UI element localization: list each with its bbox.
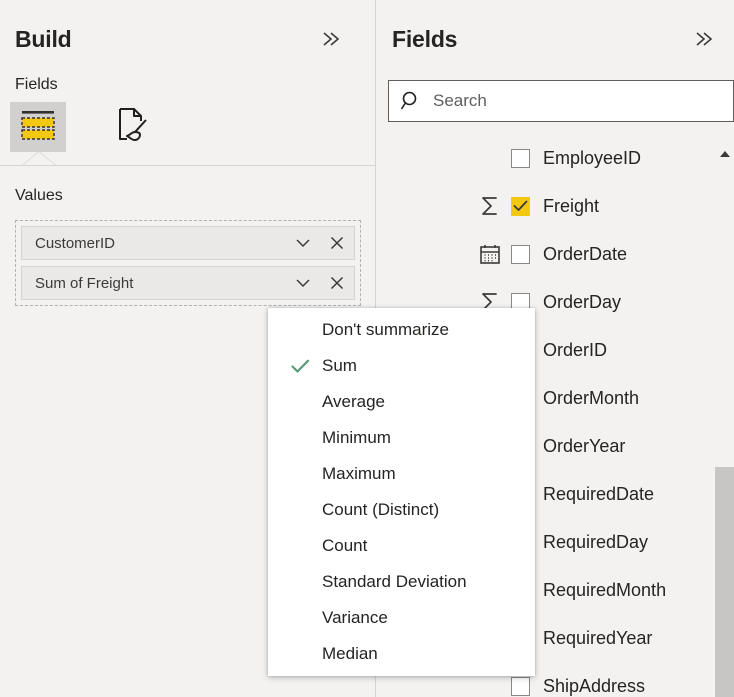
format-view-toggle[interactable] [105, 102, 161, 152]
build-pane-header: Build [0, 0, 375, 72]
field-checkbox[interactable] [511, 244, 530, 264]
table-fields-icon [18, 107, 58, 148]
field-chip-label: CustomerID [35, 234, 116, 252]
aggregation-menu-item-label: Sum [322, 356, 357, 375]
field-checkbox[interactable] [511, 148, 530, 168]
aggregation-menu-item-label: Count [322, 536, 368, 555]
caret-up-icon[interactable] [715, 146, 734, 162]
chevron-down-icon[interactable] [286, 266, 320, 300]
values-field-well[interactable]: CustomerID Sum of Freight [15, 220, 361, 306]
build-view-toggles [10, 102, 161, 152]
double-chevron-right-icon[interactable] [689, 25, 719, 53]
aggregation-menu-item[interactable]: Median [268, 636, 535, 672]
close-x-icon[interactable] [320, 266, 354, 300]
field-name-label: OrderID [543, 339, 608, 360]
fields-pane-title: Fields [392, 26, 458, 52]
aggregation-menu-item[interactable]: Count (Distinct) [268, 492, 535, 528]
calendar-icon [477, 241, 503, 267]
values-section-label: Values [15, 187, 63, 204]
field-checkbox[interactable] [511, 676, 530, 696]
field-list-item[interactable]: Freight [377, 182, 734, 230]
checkmark-icon [290, 356, 310, 376]
aggregation-menu-item-label: Count (Distinct) [322, 500, 440, 519]
field-name-label: EmployeeID [543, 147, 642, 168]
field-name-label: OrderDay [543, 291, 622, 312]
field-name-label: ShipAddress [543, 675, 646, 696]
search-icon [389, 81, 433, 121]
build-section-divider [0, 165, 376, 166]
aggregation-menu-item[interactable]: Average [268, 384, 535, 420]
field-name-label: RequiredYear [543, 627, 653, 648]
aggregation-menu-item[interactable]: Don't summarize [268, 312, 535, 348]
field-name-label: Freight [543, 195, 600, 216]
aggregation-menu-item[interactable]: Variance [268, 600, 535, 636]
field-chip-sum-of-freight[interactable]: Sum of Freight [21, 266, 355, 300]
field-name-label: RequiredMonth [543, 579, 667, 600]
selected-toggle-pointer [23, 152, 55, 165]
fields-search-box[interactable] [388, 80, 734, 122]
aggregation-menu-item-label: Minimum [322, 428, 391, 447]
close-x-icon[interactable] [320, 226, 354, 260]
aggregation-menu-item[interactable]: Sum [268, 348, 535, 384]
field-name-label: RequiredDay [543, 531, 649, 552]
aggregation-menu-item-label: Average [322, 392, 386, 411]
aggregation-menu-item-label: Don't summarize [322, 320, 450, 339]
double-chevron-right-icon[interactable] [316, 25, 346, 53]
chevron-down-icon[interactable] [286, 226, 320, 260]
field-name-label: OrderYear [543, 435, 626, 456]
aggregation-menu-item[interactable]: Minimum [268, 420, 535, 456]
page-paintbrush-icon [113, 106, 153, 149]
field-name-label: OrderDate [543, 243, 628, 264]
aggregation-menu-item[interactable]: Count [268, 528, 535, 564]
power-bi-visualizations-pane: Build Fields Values CustomerID Sum of Fr… [0, 0, 734, 697]
search-input[interactable] [433, 81, 733, 121]
field-name-label: RequiredDate [543, 483, 655, 504]
field-list-item[interactable]: EmployeeID [377, 134, 734, 182]
aggregation-menu-item-label: Variance [322, 608, 388, 627]
sigma-icon [477, 193, 503, 219]
aggregation-menu-item-label: Median [322, 644, 378, 663]
field-list-item[interactable]: OrderDate [377, 230, 734, 278]
build-fields-label: Fields [15, 76, 58, 93]
field-name-label: OrderMonth [543, 387, 640, 408]
field-chip-customerid[interactable]: CustomerID [21, 226, 355, 260]
fields-view-toggle[interactable] [10, 102, 66, 152]
scrollbar-thumb[interactable] [715, 467, 734, 697]
aggregation-menu-item-label: Standard Deviation [322, 572, 467, 591]
fields-pane-header: Fields [377, 0, 734, 72]
aggregation-menu-item[interactable]: Standard Deviation [268, 564, 535, 600]
field-checkbox[interactable] [511, 196, 530, 216]
aggregation-menu-item[interactable]: Maximum [268, 456, 535, 492]
field-chip-label: Sum of Freight [35, 274, 134, 292]
aggregation-menu-item-label: Maximum [322, 464, 396, 483]
fields-scrollbar[interactable] [715, 134, 734, 697]
build-pane-title: Build [15, 26, 72, 52]
aggregation-context-menu: Don't summarize Sum Average Minimum Maximum C… [268, 308, 535, 676]
